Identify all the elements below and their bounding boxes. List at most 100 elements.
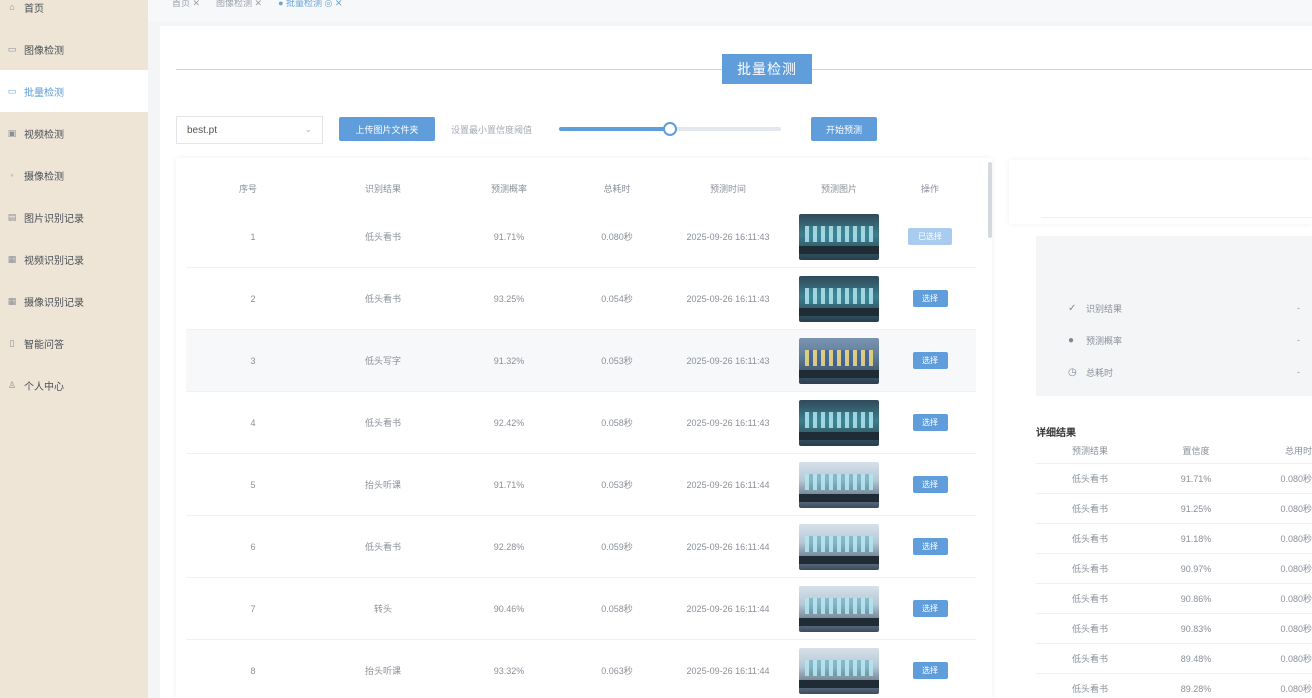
sidebar-item-2[interactable]: ▭ 图像检测 [0,28,148,70]
summary-label: 预测概率 [1086,335,1123,346]
select-button[interactable]: 选择 [912,600,948,617]
sidebar-item-label: 摄像识别记录 [24,297,84,309]
upload-folder-button[interactable]: 上传图片文件夹 [339,117,435,141]
desk-row [799,555,879,564]
sidebar-item-label: 个人中心 [24,381,64,393]
cell-datetime: 2025-09-26 16:11:44 [686,665,770,676]
sidebar-item-label: 图片识别记录 [24,213,84,225]
sidebar-item-4[interactable]: ▣ 视频检测 [0,112,148,154]
cell-prob: 93.25% [493,293,525,304]
tab-batch-detect[interactable]: ● 批量检测 ◎ ✕ [278,0,342,9]
detail-cell: 0.080秒 [1280,564,1312,574]
cell-action: 已选择 [884,206,976,267]
detail-column-header: 置信度 [1182,446,1210,456]
sidebar-item-3[interactable]: ▭ 批量检测 [0,70,148,112]
summary-panel: ✓ 识别结果 - ● 预测概率 - ◷ 总耗时 - [1036,236,1312,396]
table-row[interactable]: 4 低头看书 92.42% 0.058秒 2025-09-26 16:11:43 选择 [186,392,976,454]
cell-action: 选择 [884,578,976,639]
table-row[interactable]: 8 抬头听课 93.32% 0.063秒 2025-09-26 16:11:44 选择 [186,640,976,698]
detail-cell: 91.71% [1180,473,1212,484]
detail-cell: 0.080秒 [1280,594,1312,604]
sidebar-item-6[interactable]: ▤ 图片识别记录 [0,196,148,238]
table-row[interactable]: 1 低头看书 91.71% 0.080秒 2025-09-26 16:11:43 已选择 [186,206,976,268]
detail-cell: 90.86% [1180,593,1212,604]
table-row[interactable]: 3 低头写字 91.32% 0.053秒 2025-09-26 16:11:43 选择 [186,330,976,392]
table-row[interactable]: 7 转头 90.46% 0.058秒 2025-09-26 16:11:44 选择 [186,578,976,640]
prediction-thumbnail[interactable] [799,213,879,260]
detail-cell: 0.080秒 [1280,504,1312,514]
sidebar-item-1[interactable]: ⌂ 首页 [0,0,148,28]
select-button[interactable]: 选择 [912,476,948,493]
detection-boxes [805,473,873,490]
table-scrollbar[interactable] [988,162,992,238]
prediction-thumbnail[interactable] [799,523,879,570]
prediction-thumbnail[interactable] [799,461,879,508]
table-row[interactable]: 5 抬头听课 91.71% 0.053秒 2025-09-26 16:11:44 选择 [186,454,976,516]
sidebar-item-9[interactable]: ▯ 智能问答 [0,322,148,364]
detection-boxes [805,287,873,304]
detail-cell: 低头看书 [1071,534,1108,544]
detail-row: 低头看书 89.48% 0.080秒 [1036,644,1312,674]
detail-table: 预测结果 置信度 总用时 低头看书 91.71% 0.080秒 低头看书 91.25% 0.08… [1036,438,1312,698]
summary-label: 总耗时 [1086,367,1114,378]
tab-image-detect[interactable]: 图像检测 ✕ [216,0,262,9]
select-button[interactable]: 选择 [912,662,948,679]
cell-image [794,268,884,329]
select-button[interactable]: 选择 [912,352,948,369]
threshold-slider[interactable] [559,122,781,136]
slider-thumb[interactable] [663,122,677,136]
cell-idx: 3 [250,355,256,366]
sidebar-item-10[interactable]: ♙ 个人中心 [0,364,148,406]
start-predict-button[interactable]: 开始预测 [811,117,877,141]
prediction-thumbnail[interactable] [799,337,879,384]
cell-datetime: 2025-09-26 16:11:43 [686,417,770,428]
cell-result: 转头 [373,604,392,614]
sidebar-item-5[interactable]: ◦ 摄像检测 [0,154,148,196]
video-icon: ▣ [7,127,17,138]
prediction-thumbnail[interactable] [799,399,879,446]
clock-icon: ◷ [1068,366,1077,378]
sidebar-item-7[interactable]: ▦ 视频识别记录 [0,238,148,280]
detection-boxes [805,659,873,676]
cell-idx: 1 [250,231,256,242]
detail-cell: 90.97% [1180,563,1212,574]
detail-header: 预测结果 置信度 总用时 [1036,438,1312,464]
prediction-thumbnail[interactable] [799,275,879,322]
select-button[interactable]: 选择 [912,290,948,307]
model-select-value: best.pt [187,124,218,136]
cell-time: 0.080秒 [601,232,633,242]
cell-image [794,640,884,698]
detail-column-header: 预测结果 [1071,446,1108,456]
summary-row: ● 预测概率 - [1068,330,1300,350]
cell-datetime: 2025-09-26 16:11:43 [686,293,770,304]
cell-result: 低头看书 [364,418,401,428]
cell-image [794,330,884,391]
sidebar-item-8[interactable]: ▦ 摄像识别记录 [0,280,148,322]
cell-action: 选择 [884,454,976,515]
result-image-panel [1009,160,1312,224]
table-row[interactable]: 2 低头看书 93.25% 0.054秒 2025-09-26 16:11:43 选择 [186,268,976,330]
detail-cell: 0.080秒 [1280,624,1312,634]
home-icon: ⌂ [9,2,15,12]
detail-cell: 低头看书 [1071,564,1108,574]
model-select[interactable]: best.pt ⌄ [176,116,323,144]
detection-boxes [805,349,873,366]
table-row[interactable]: 6 低头看书 92.28% 0.059秒 2025-09-26 16:11:44 选择 [186,516,976,578]
chevron-down-icon: ⌄ [304,124,312,134]
select-button[interactable]: 已选择 [908,228,952,245]
prediction-thumbnail[interactable] [799,585,879,632]
tab-home[interactable]: 首页 ✕ [172,0,200,9]
cell-prob: 90.46% [493,603,525,614]
cell-image [794,392,884,453]
table-header: 序号 识别结果 预测概率 总耗时 预测时间 预测图片 操作 [176,170,976,206]
select-button[interactable]: 选择 [912,538,948,555]
prediction-thumbnail[interactable] [799,647,879,694]
slider-fill [559,127,670,131]
sidebar-item-label: 首页 [24,3,44,15]
select-button[interactable]: 选择 [912,414,948,431]
cell-action: 选择 [884,268,976,329]
camera-record-icon: ▦ [7,295,17,306]
desk-row [799,679,879,688]
check-icon: ✓ [1068,302,1077,314]
cell-time: 0.054秒 [601,294,633,304]
